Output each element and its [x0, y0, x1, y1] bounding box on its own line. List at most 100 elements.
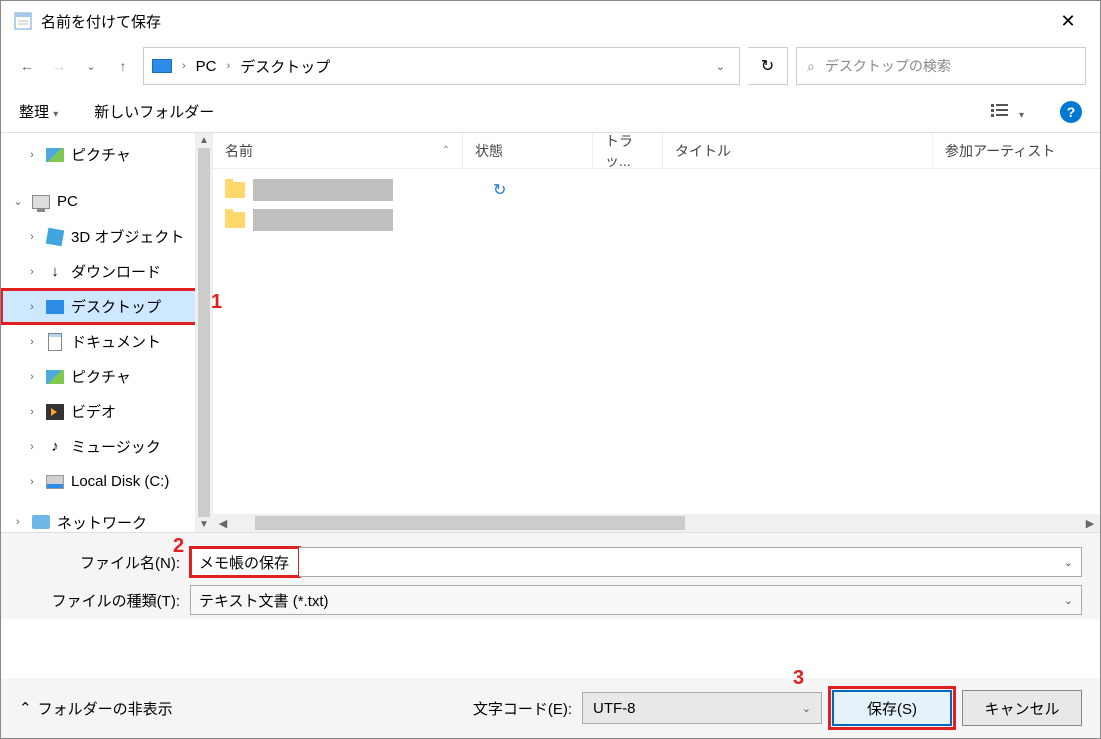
horizontal-scrollbar[interactable]: ◀ ▶	[213, 514, 1100, 532]
up-button[interactable]: ↑	[111, 54, 135, 78]
recent-button[interactable]: ⌄	[79, 54, 103, 78]
view-menu[interactable]: ▾	[991, 102, 1024, 122]
tree-item-[interactable]: › ビデオ	[1, 394, 213, 429]
expand-icon[interactable]: ›	[25, 406, 39, 418]
sync-icon: ↻	[493, 180, 506, 200]
music-icon: ♪	[45, 438, 65, 456]
expand-icon[interactable]: ›	[25, 371, 39, 383]
scroll-left-icon[interactable]: ◀	[213, 517, 233, 530]
filename-input[interactable]: メモ帳の保存	[190, 547, 300, 577]
expand-icon[interactable]: ›	[25, 336, 39, 348]
filetype-label: ファイルの種類(T):	[19, 590, 184, 611]
bottom-bar: ⌃ フォルダーの非表示 文字コード(E): UTF-8⌄ 保存(S) キャンセル	[1, 678, 1100, 738]
folder-name-redacted	[253, 209, 393, 231]
breadcrumb-folder[interactable]: デスクトップ	[240, 56, 330, 77]
tree-item-label: ダウンロード	[71, 261, 161, 282]
annotation-2: 2	[173, 535, 184, 558]
column-status[interactable]: 状態	[463, 133, 593, 168]
filetype-select[interactable]: テキスト文書 (*.txt)⌄	[190, 585, 1082, 615]
tree-item-label: ドキュメント	[71, 331, 161, 352]
back-button[interactable]: ←	[15, 54, 39, 78]
search-placeholder: デスクトップの検索	[825, 56, 951, 76]
tree-scrollbar[interactable]: ▲ ▼	[195, 133, 213, 532]
scroll-up-icon[interactable]: ▲	[199, 135, 209, 146]
expand-icon[interactable]: ›	[11, 516, 25, 528]
address-dropdown[interactable]: ⌄	[710, 60, 731, 73]
scroll-down-icon[interactable]: ▼	[199, 519, 209, 530]
tree-item-label: ピクチャ	[71, 366, 131, 387]
save-button[interactable]: 保存(S)	[832, 690, 952, 726]
search-icon: ⌕	[807, 58, 815, 75]
column-track[interactable]: トラッ...	[593, 133, 663, 168]
list-item[interactable]	[225, 205, 1088, 235]
scroll-right-icon[interactable]: ▶	[1080, 517, 1100, 530]
tree-item-[interactable]: › ↓ ダウンロード	[1, 254, 213, 289]
filename-label: ファイル名(N):	[19, 552, 184, 573]
close-button[interactable]: ✕	[1048, 11, 1088, 32]
search-input[interactable]: ⌕ デスクトップの検索	[796, 47, 1086, 85]
tree-item-label: デスクトップ	[71, 296, 161, 317]
column-title[interactable]: タイトル	[663, 133, 933, 168]
refresh-button[interactable]: ↻	[748, 47, 788, 85]
expand-icon[interactable]: ›	[25, 149, 39, 161]
tree-item-[interactable]: ›ピクチャ	[1, 137, 213, 172]
title-bar: 名前を付けて保存 ✕	[1, 1, 1100, 41]
notepad-icon	[13, 11, 33, 31]
breadcrumb-pc[interactable]: PC	[196, 58, 217, 75]
tree-item-3d[interactable]: › 3D オブジェクト	[1, 219, 213, 254]
expand-icon[interactable]: ⌄	[11, 195, 25, 208]
chevron-up-icon: ⌃	[19, 699, 32, 717]
tree-item-[interactable]: › ♪ ミュージック	[1, 429, 213, 464]
tree-item-localdiskc[interactable]: › Local Disk (C:)	[1, 464, 213, 499]
tree-item-[interactable]: › デスクトップ	[1, 289, 213, 324]
help-button[interactable]: ?	[1060, 101, 1082, 123]
organize-menu[interactable]: 整理 ▾	[19, 101, 58, 122]
column-artist[interactable]: 参加アーティスト	[933, 133, 1100, 168]
hide-folders-button[interactable]: ⌃ フォルダーの非表示	[19, 698, 173, 719]
tree-item-[interactable]: ›ネットワーク	[1, 511, 213, 532]
nav-bar: ← → ⌄ ↑ › PC › デスクトップ ⌄ ↻ ⌕ デスクトップの検索	[1, 41, 1100, 91]
list-item[interactable]: ↻	[225, 175, 1088, 205]
pc-icon	[31, 193, 51, 211]
expand-icon[interactable]: ›	[25, 231, 39, 243]
encoding-select[interactable]: UTF-8⌄	[582, 692, 822, 724]
cancel-button[interactable]: キャンセル	[962, 690, 1082, 726]
new-folder-button[interactable]: 新しいフォルダー	[94, 101, 214, 122]
tree-item-label: 3D オブジェクト	[71, 226, 184, 247]
doc-icon	[45, 333, 65, 351]
address-bar[interactable]: › PC › デスクトップ ⌄	[143, 47, 740, 85]
expand-icon[interactable]: ›	[25, 301, 39, 313]
folder-name-redacted	[253, 179, 393, 201]
folder-icon	[225, 212, 245, 228]
breadcrumb-sep: ›	[223, 60, 235, 72]
column-headers: 名前⌃ 状態 トラッ... タイトル 参加アーティスト	[213, 133, 1100, 169]
encoding-label: 文字コード(E):	[473, 698, 572, 719]
tree-item-[interactable]: › ピクチャ	[1, 359, 213, 394]
file-list-pane: 名前⌃ 状態 トラッ... タイトル 参加アーティスト ↻ ◀ ▶	[213, 133, 1100, 532]
dropdown-icon[interactable]: ⌄	[1064, 594, 1073, 607]
tree-item-label: ミュージック	[71, 436, 161, 457]
dropdown-icon[interactable]: ⌄	[1064, 556, 1073, 569]
dropdown-icon[interactable]: ⌄	[802, 702, 811, 715]
expand-icon[interactable]: ›	[25, 266, 39, 278]
column-name[interactable]: 名前⌃	[213, 133, 463, 168]
annotation-3: 3	[793, 667, 804, 690]
desk-icon	[45, 298, 65, 316]
tree-item-label: PC	[57, 193, 78, 210]
toolbar: 整理 ▾ 新しいフォルダー ▾ ?	[1, 91, 1100, 133]
expand-icon[interactable]: ›	[25, 441, 39, 453]
file-list[interactable]: ↻	[213, 169, 1100, 514]
filename-input-rest[interactable]: ⌄	[299, 547, 1082, 577]
folder-tree: ›ピクチャ⌄PC›3D オブジェクト›↓ダウンロード›デスクトップ›ドキュメント…	[1, 133, 213, 532]
tree-item-pc[interactable]: ⌄ PC	[1, 184, 213, 219]
expand-icon[interactable]: ›	[25, 476, 39, 488]
cube-icon	[45, 228, 65, 246]
tree-item-[interactable]: › ドキュメント	[1, 324, 213, 359]
scroll-thumb[interactable]	[255, 516, 685, 530]
img-icon	[45, 146, 65, 164]
net-icon	[31, 513, 51, 531]
annotation-1: 1	[211, 291, 222, 314]
dl-icon: ↓	[45, 263, 65, 281]
tree-item-label: Local Disk (C:)	[71, 473, 169, 490]
tree-item-label: ビデオ	[71, 401, 116, 422]
